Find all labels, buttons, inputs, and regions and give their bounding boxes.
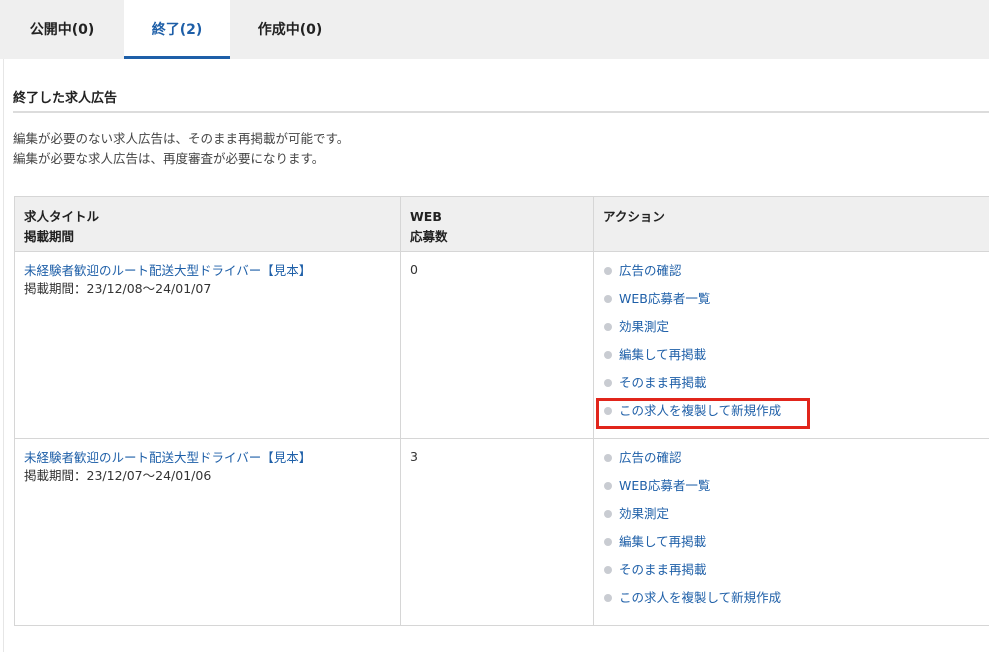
performance-link[interactable]: 効果測定: [619, 319, 669, 334]
job-info-cell: 未経験者歓迎のルート配送大型ドライバー【見本】 掲載期間：23/12/08〜24…: [14, 251, 401, 439]
action-item: 効果測定: [603, 318, 989, 346]
action-item: WEB応募者一覧: [603, 477, 989, 505]
republish-as-is-link[interactable]: そのまま再掲載: [619, 375, 707, 390]
view-ad-link[interactable]: 広告の確認: [619, 450, 682, 465]
job-info-cell: 未経験者歓迎のルート配送大型ドライバー【見本】 掲載期間：23/12/07〜24…: [14, 438, 401, 626]
header-web: WEB: [410, 209, 442, 224]
highlight-annotation-box: [596, 398, 810, 429]
header-application-count: 応募数: [410, 229, 448, 244]
tab-bar: 公開中(0) 終了(2) 作成中(0): [0, 0, 989, 59]
bullet-icon: [604, 454, 612, 462]
web-application-count: 3: [410, 449, 418, 464]
web-applicants-link[interactable]: WEB応募者一覧: [619, 291, 710, 306]
bullet-icon: [604, 594, 612, 602]
section-divider: [13, 111, 989, 113]
web-application-count: 0: [410, 262, 418, 277]
performance-link[interactable]: 効果測定: [619, 506, 669, 521]
action-item: 広告の確認: [603, 262, 989, 290]
job-period: 掲載期間：23/12/07〜24/01/06: [24, 468, 212, 483]
web-count-cell: 3: [400, 438, 594, 626]
bullet-icon: [604, 351, 612, 359]
table-row: 未経験者歓迎のルート配送大型ドライバー【見本】 掲載期間：23/12/08〜24…: [14, 251, 989, 439]
header-period: 掲載期間: [24, 229, 75, 244]
republish-as-is-link[interactable]: そのまま再掲載: [619, 562, 707, 577]
bullet-icon: [604, 295, 612, 303]
job-title-link[interactable]: 未経験者歓迎のルート配送大型ドライバー【見本】: [24, 262, 392, 280]
bullet-icon: [604, 510, 612, 518]
table-header-row: 求人タイトル 掲載期間 WEB 応募数 アクション: [14, 196, 989, 252]
bullet-icon: [604, 566, 612, 574]
table-row: 未経験者歓迎のルート配送大型ドライバー【見本】 掲載期間：23/12/07〜24…: [14, 438, 989, 626]
action-item: 編集して再掲載: [603, 533, 989, 561]
action-item: 効果測定: [603, 505, 989, 533]
description-line-2: 編集が必要な求人広告は、再度審査が必要になります。: [13, 151, 325, 166]
view-ad-link[interactable]: 広告の確認: [619, 263, 682, 278]
ended-content-panel: 終了した求人広告 編集が必要のない求人広告は、そのまま再掲載が可能です。 編集が…: [3, 59, 989, 652]
action-item: WEB応募者一覧: [603, 290, 989, 318]
action-list: 広告の確認 WEB応募者一覧 効果測定 編集して再掲載 そのまま再掲載 この求人…: [603, 449, 989, 617]
tab-published[interactable]: 公開中(0): [0, 0, 124, 59]
bullet-icon: [604, 538, 612, 546]
tab-ended[interactable]: 終了(2): [124, 0, 230, 59]
action-item: 広告の確認: [603, 449, 989, 477]
job-period: 掲載期間：23/12/08〜24/01/07: [24, 281, 212, 296]
header-actions-label: アクション: [603, 209, 665, 224]
header-web-applications: WEB 応募数: [400, 196, 594, 252]
bullet-icon: [604, 482, 612, 490]
header-job-title: 求人タイトル: [24, 209, 100, 224]
header-actions: アクション: [593, 196, 989, 252]
edit-republish-link[interactable]: 編集して再掲載: [619, 534, 706, 549]
web-applicants-link[interactable]: WEB応募者一覧: [619, 478, 710, 493]
section-title: 終了した求人広告: [13, 91, 118, 106]
action-item: この求人を複製して新規作成: [603, 589, 989, 617]
action-item: そのまま再掲載: [603, 561, 989, 589]
duplicate-create-link[interactable]: この求人を複製して新規作成: [619, 590, 781, 605]
tab-draft[interactable]: 作成中(0): [230, 0, 350, 59]
job-title-link[interactable]: 未経験者歓迎のルート配送大型ドライバー【見本】: [24, 449, 392, 467]
bullet-icon: [604, 379, 612, 387]
action-item: 編集して再掲載: [603, 346, 989, 374]
job-ads-table: 求人タイトル 掲載期間 WEB 応募数 アクション 未経験者歓迎のルート配送大型…: [14, 196, 989, 626]
bullet-icon: [604, 267, 612, 275]
actions-cell: 広告の確認 WEB応募者一覧 効果測定 編集して再掲載 そのまま再掲載 この求人…: [593, 438, 989, 626]
edit-republish-link[interactable]: 編集して再掲載: [619, 347, 706, 362]
web-count-cell: 0: [400, 251, 594, 439]
bullet-icon: [604, 323, 612, 331]
description-line-1: 編集が必要のない求人広告は、そのまま再掲載が可能です。: [13, 131, 350, 146]
header-title-period: 求人タイトル 掲載期間: [14, 196, 401, 252]
